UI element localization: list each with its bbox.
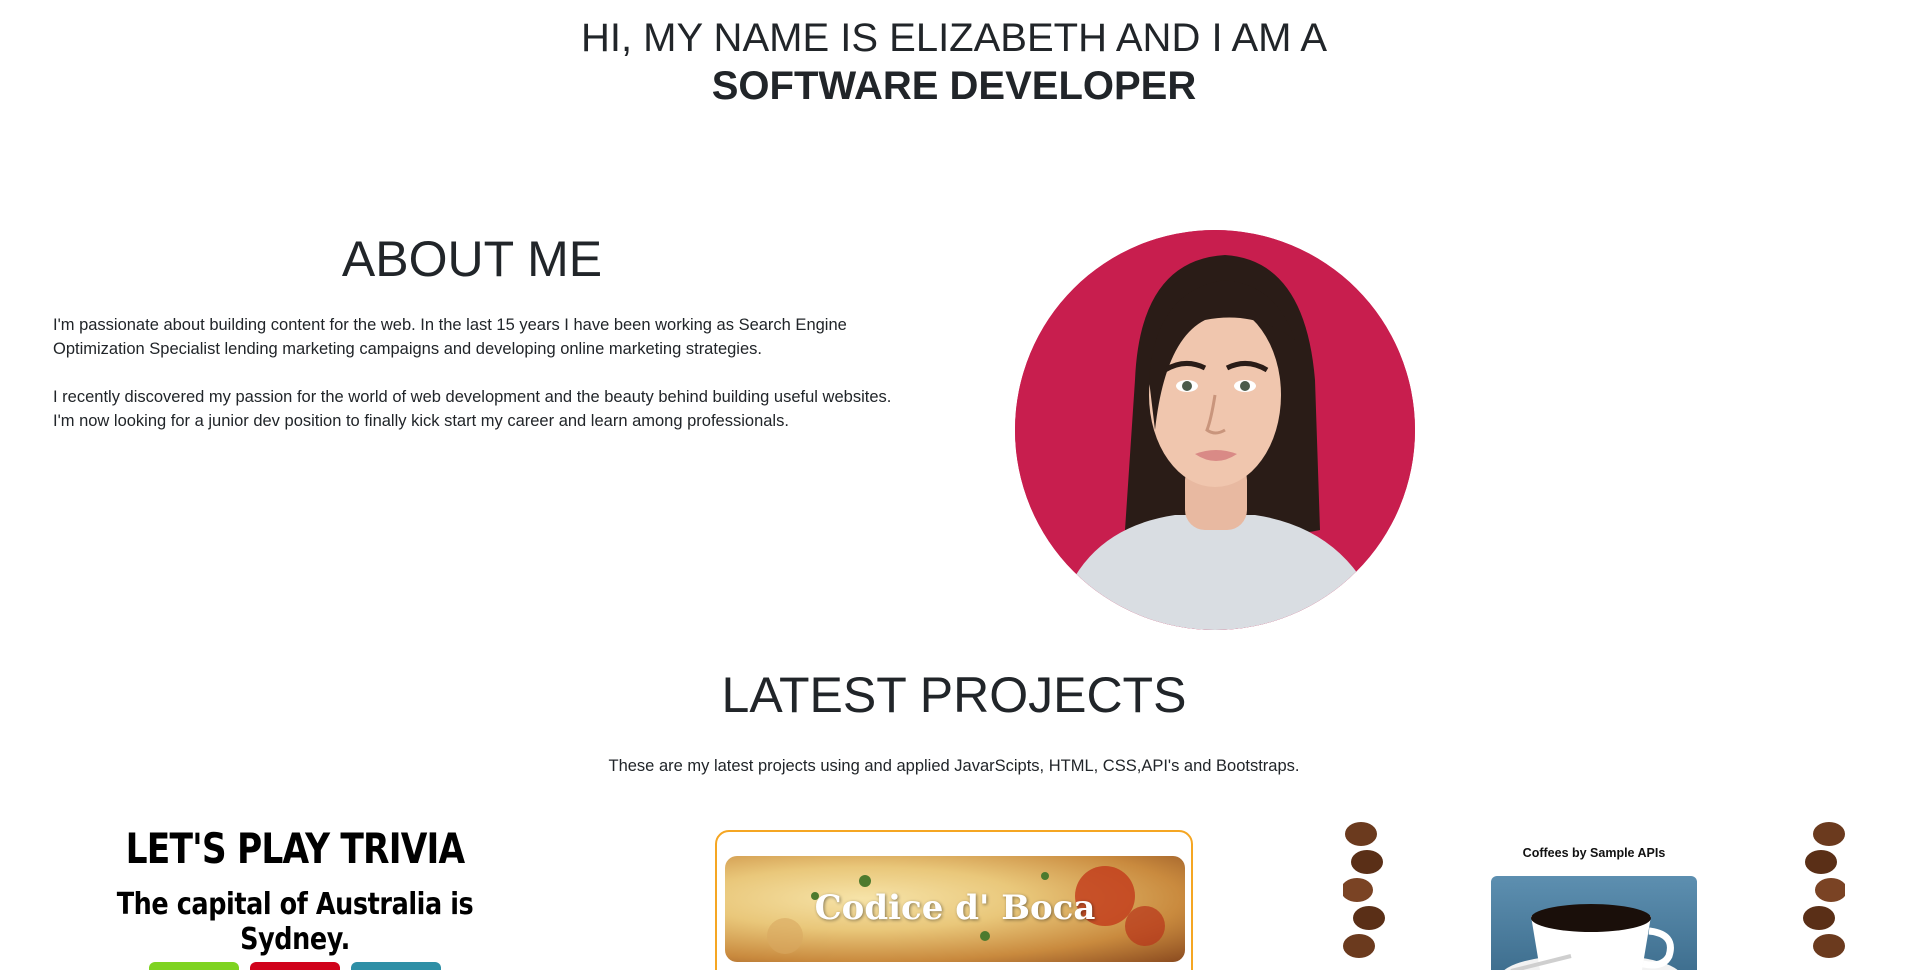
- coffee-beans-right-icon: [1803, 822, 1845, 958]
- restaurant-name: Codice d' Boca: [814, 888, 1096, 928]
- trivia-question: The capital of Australia is Sydney.: [116, 887, 474, 957]
- trivia-false-button[interactable]: [250, 962, 340, 970]
- hero-title: HI, MY NAME IS ELIZABETH AND I AM A SOFT…: [0, 14, 1908, 110]
- portfolio-page: HI, MY NAME IS ELIZABETH AND I AM A SOFT…: [0, 0, 1908, 970]
- portrait-illustration: [1015, 230, 1415, 630]
- about-paragraph-2-line-2: I'm now looking for a junior dev positio…: [53, 412, 789, 430]
- coffee-title: Coffees by Sample APIs: [1522, 846, 1666, 860]
- profile-photo: [1015, 230, 1415, 630]
- project-coffee-preview[interactable]: Coffees by Sample APIs: [1343, 820, 1845, 970]
- trivia-next-button[interactable]: [351, 962, 441, 970]
- about-paragraph-1-line-1: I'm passionate about building content fo…: [53, 316, 847, 334]
- trivia-true-button[interactable]: [149, 962, 239, 970]
- about-paragraph-2-line-1: I recently discovered my passion for the…: [53, 388, 892, 406]
- trivia-answer-buttons: [60, 962, 530, 970]
- about-paragraph-1-line-2: Optimization Specialist lending marketin…: [53, 340, 762, 358]
- projects-heading: LATEST PROJECTS: [721, 667, 1187, 723]
- project-trivia-preview[interactable]: LET'S PLAY TRIVIA The capital of Austral…: [60, 818, 530, 970]
- about-paragraph-1: I'm passionate about building content fo…: [53, 313, 913, 361]
- trivia-title: LET'S PLAY TRIVIA: [125, 824, 466, 873]
- coffee-cup-icon: [1504, 904, 1678, 970]
- about-paragraph-2: I recently discovered my passion for the…: [53, 385, 913, 433]
- about-heading: ABOUT ME: [341, 231, 603, 287]
- coffee-cup-image: [1491, 876, 1697, 970]
- restaurant-banner: Codice d' Boca: [725, 856, 1185, 962]
- hero-intro: HI, MY NAME IS ELIZABETH AND I AM A: [580, 16, 1328, 60]
- coffee-beans-left-icon: [1343, 822, 1385, 958]
- about-text: I'm passionate about building content fo…: [53, 313, 913, 457]
- project-restaurant-preview[interactable]: Codice d' Boca: [715, 830, 1193, 970]
- projects-subtitle: These are my latest projects using and a…: [608, 757, 1300, 775]
- hero-role: SOFTWARE DEVELOPER: [711, 64, 1197, 108]
